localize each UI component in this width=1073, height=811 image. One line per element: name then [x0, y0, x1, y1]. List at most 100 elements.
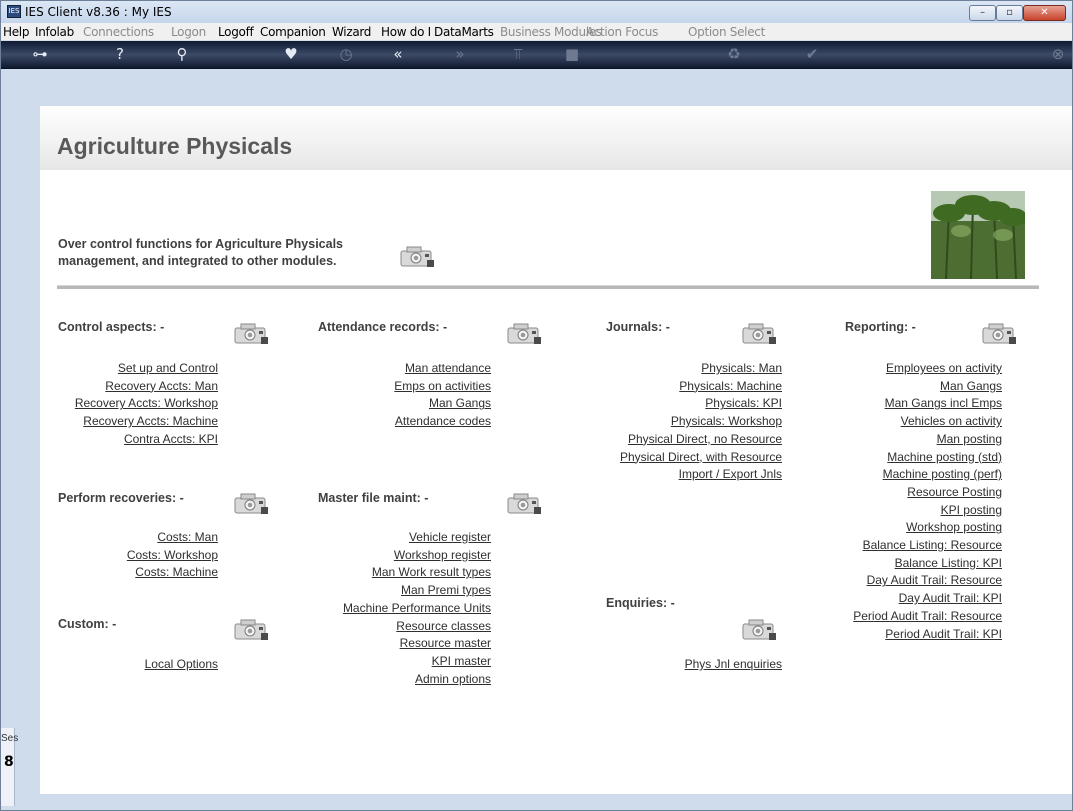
custom-link-local-options[interactable]: Local Options: [145, 657, 218, 671]
journals-link-physical-direct-no-resource[interactable]: Physical Direct, no Resource: [628, 432, 782, 446]
journals-link-physical-direct-with-resource[interactable]: Physical Direct, with Resource: [620, 450, 782, 464]
main-content: Agriculture Physicals Over control funct…: [40, 106, 1072, 794]
custom-camera-icon[interactable]: [232, 618, 270, 642]
reporting-link-man-gangs-incl-emps[interactable]: Man Gangs incl Emps: [885, 396, 1002, 410]
camera-icon[interactable]: [398, 245, 436, 269]
masterfile-link-man-work-result-types[interactable]: Man Work result types: [372, 565, 491, 579]
menu-logon[interactable]: Logon: [171, 25, 206, 39]
control-camera-icon[interactable]: [232, 322, 270, 346]
reporting-link-period-audit-trail-kpi[interactable]: Period Audit Trail: KPI: [885, 627, 1002, 641]
menu-logoff[interactable]: Logoff: [218, 25, 254, 39]
menu-wizard[interactable]: Wizard: [332, 25, 371, 39]
reporting-link-vehicles-on-activity[interactable]: Vehicles on activity: [901, 414, 1002, 428]
masterfile-link-resource-classes[interactable]: Resource classes: [396, 619, 491, 633]
reporting-heading: Reporting: -: [845, 320, 916, 334]
menu-how-do-i[interactable]: How do I: [381, 25, 431, 39]
reporting-link-period-audit-trail-resource[interactable]: Period Audit Trail: Resource: [853, 609, 1002, 623]
app-icon: IES: [7, 5, 21, 18]
masterfile-link-admin-options[interactable]: Admin options: [415, 672, 491, 686]
search-icon[interactable]: ⚲: [171, 44, 193, 64]
menu-bar: Help Infolab Connections Logon Logoff Compani…: [1, 23, 1072, 41]
key-icon[interactable]: ⊶: [29, 44, 51, 64]
menu-option-select[interactable]: Option Select: [688, 25, 765, 39]
session-label: Ses: [1, 733, 19, 744]
close-button[interactable]: ✕: [1023, 5, 1066, 21]
reporting-link-day-audit-trail-kpi[interactable]: Day Audit Trail: KPI: [899, 591, 1002, 605]
back-icon[interactable]: «: [387, 44, 409, 64]
enquiries-link-phys-jnl-enquiries[interactable]: Phys Jnl enquiries: [685, 657, 782, 671]
intro-text: Over control functions for Agriculture P…: [58, 236, 388, 270]
control-link-recovery-accts-man[interactable]: Recovery Accts: Man: [105, 379, 218, 393]
toolbar: ⊶? ⚲ ♥ ◷ « » ⫪ ■ ♻ ✔ ⊗: [1, 41, 1072, 69]
menu-connections[interactable]: Connections: [83, 25, 154, 39]
palm-plantation-photo: [931, 191, 1027, 280]
control-link-set-up-and-control[interactable]: Set up and Control: [118, 361, 218, 375]
attendance-heading: Attendance records: -: [318, 320, 448, 334]
control-heading: Control aspects: -: [58, 320, 165, 334]
masterfile-link-resource-master[interactable]: Resource master: [400, 636, 491, 650]
forward-icon[interactable]: »: [449, 44, 471, 64]
masterfile-camera-icon[interactable]: [505, 492, 543, 516]
reporting-link-day-audit-trail-resource[interactable]: Day Audit Trail: Resource: [867, 573, 1002, 587]
maximize-button[interactable]: ▫: [996, 5, 1023, 21]
attendance-link-attendance-codes[interactable]: Attendance codes: [395, 414, 491, 428]
recycle-icon[interactable]: ♻: [723, 44, 745, 64]
menu-companion[interactable]: Companion: [260, 25, 326, 39]
custom-heading: Custom: -: [58, 617, 117, 631]
reporting-link-kpi-posting[interactable]: KPI posting: [941, 503, 1002, 517]
journals-link-physicals-kpi[interactable]: Physicals: KPI: [705, 396, 782, 410]
session-mark: 8: [4, 754, 14, 770]
heart-icon[interactable]: ♥: [280, 44, 302, 64]
reporting-link-balance-listing-resource[interactable]: Balance Listing: Resource: [863, 538, 1002, 552]
exit-icon[interactable]: ⊗: [1047, 44, 1069, 64]
masterfile-link-kpi-master[interactable]: KPI master: [432, 654, 491, 668]
recoveries-heading: Perform recoveries: -: [58, 491, 184, 505]
attendance-camera-icon[interactable]: [505, 322, 543, 346]
attendance-link-man-gangs[interactable]: Man Gangs: [429, 396, 491, 410]
recoveries-link-costs-man[interactable]: Costs: Man: [157, 530, 218, 544]
reporting-link-man-gangs[interactable]: Man Gangs: [940, 379, 1002, 393]
title-bar: IES IES Client v8.36 : My IES – ▫ ✕: [1, 1, 1072, 23]
reporting-link-resource-posting[interactable]: Resource Posting: [907, 485, 1002, 499]
reporting-link-man-posting[interactable]: Man posting: [937, 432, 1002, 446]
control-link-recovery-accts-machine[interactable]: Recovery Accts: Machine: [83, 414, 218, 428]
masterfile-link-vehicle-register[interactable]: Vehicle register: [409, 530, 491, 544]
help-icon[interactable]: ?: [109, 44, 131, 64]
masterfile-link-man-premi-types[interactable]: Man Premi types: [401, 583, 491, 597]
masterfile-link-workshop-register[interactable]: Workshop register: [394, 548, 491, 562]
menu-infolab[interactable]: Infolab: [35, 25, 74, 39]
control-link-recovery-accts-workshop[interactable]: Recovery Accts: Workshop: [75, 396, 218, 410]
enquiries-camera-icon[interactable]: [740, 618, 778, 642]
divider: [57, 285, 1039, 289]
journals-link-physicals-machine[interactable]: Physicals: Machine: [679, 379, 782, 393]
attendance-link-emps-on-activities[interactable]: Emps on activities: [394, 379, 491, 393]
check-icon[interactable]: ✔: [801, 44, 823, 64]
control-link-contra-accts-kpi[interactable]: Contra Accts: KPI: [124, 432, 218, 446]
reporting-camera-icon[interactable]: [980, 322, 1018, 346]
menu-datamarts[interactable]: DataMarts: [434, 25, 494, 39]
menu-help[interactable]: Help: [3, 25, 29, 39]
recoveries-camera-icon[interactable]: [232, 492, 270, 516]
masterfile-link-machine-performance-units[interactable]: Machine Performance Units: [343, 601, 491, 615]
recoveries-link-costs-workshop[interactable]: Costs: Workshop: [127, 548, 218, 562]
intro-line-2: management, and integrated to other modu…: [58, 254, 337, 268]
reporting-link-balance-listing-kpi[interactable]: Balance Listing: KPI: [895, 556, 1002, 570]
reporting-link-workshop-posting[interactable]: Workshop posting: [906, 520, 1002, 534]
intro-line-1: Over control functions for Agriculture P…: [58, 237, 344, 251]
reporting-link-machine-posting-perf[interactable]: Machine posting (perf): [883, 467, 1002, 481]
recoveries-link-costs-machine[interactable]: Costs: Machine: [135, 565, 218, 579]
tree-icon[interactable]: ⫪: [507, 44, 529, 64]
enquiries-heading: Enquiries: -: [606, 596, 675, 610]
reporting-link-machine-posting-std[interactable]: Machine posting (std): [887, 450, 1002, 464]
journals-camera-icon[interactable]: [740, 322, 778, 346]
journals-link-import-export-jnls[interactable]: Import / Export Jnls: [679, 467, 782, 481]
attendance-link-man-attendance[interactable]: Man attendance: [405, 361, 491, 375]
clock-icon[interactable]: ◷: [335, 44, 357, 64]
journals-link-physicals-man[interactable]: Physicals: Man: [701, 361, 782, 375]
menu-action-focus[interactable]: Action Focus: [586, 25, 658, 39]
reporting-link-employees-on-activity[interactable]: Employees on activity: [886, 361, 1002, 375]
journals-link-physicals-workshop[interactable]: Physicals: Workshop: [671, 414, 782, 428]
stop-icon[interactable]: ■: [561, 44, 583, 64]
minimize-button[interactable]: –: [969, 5, 996, 21]
window-title: IES Client v8.36 : My IES: [25, 5, 172, 19]
